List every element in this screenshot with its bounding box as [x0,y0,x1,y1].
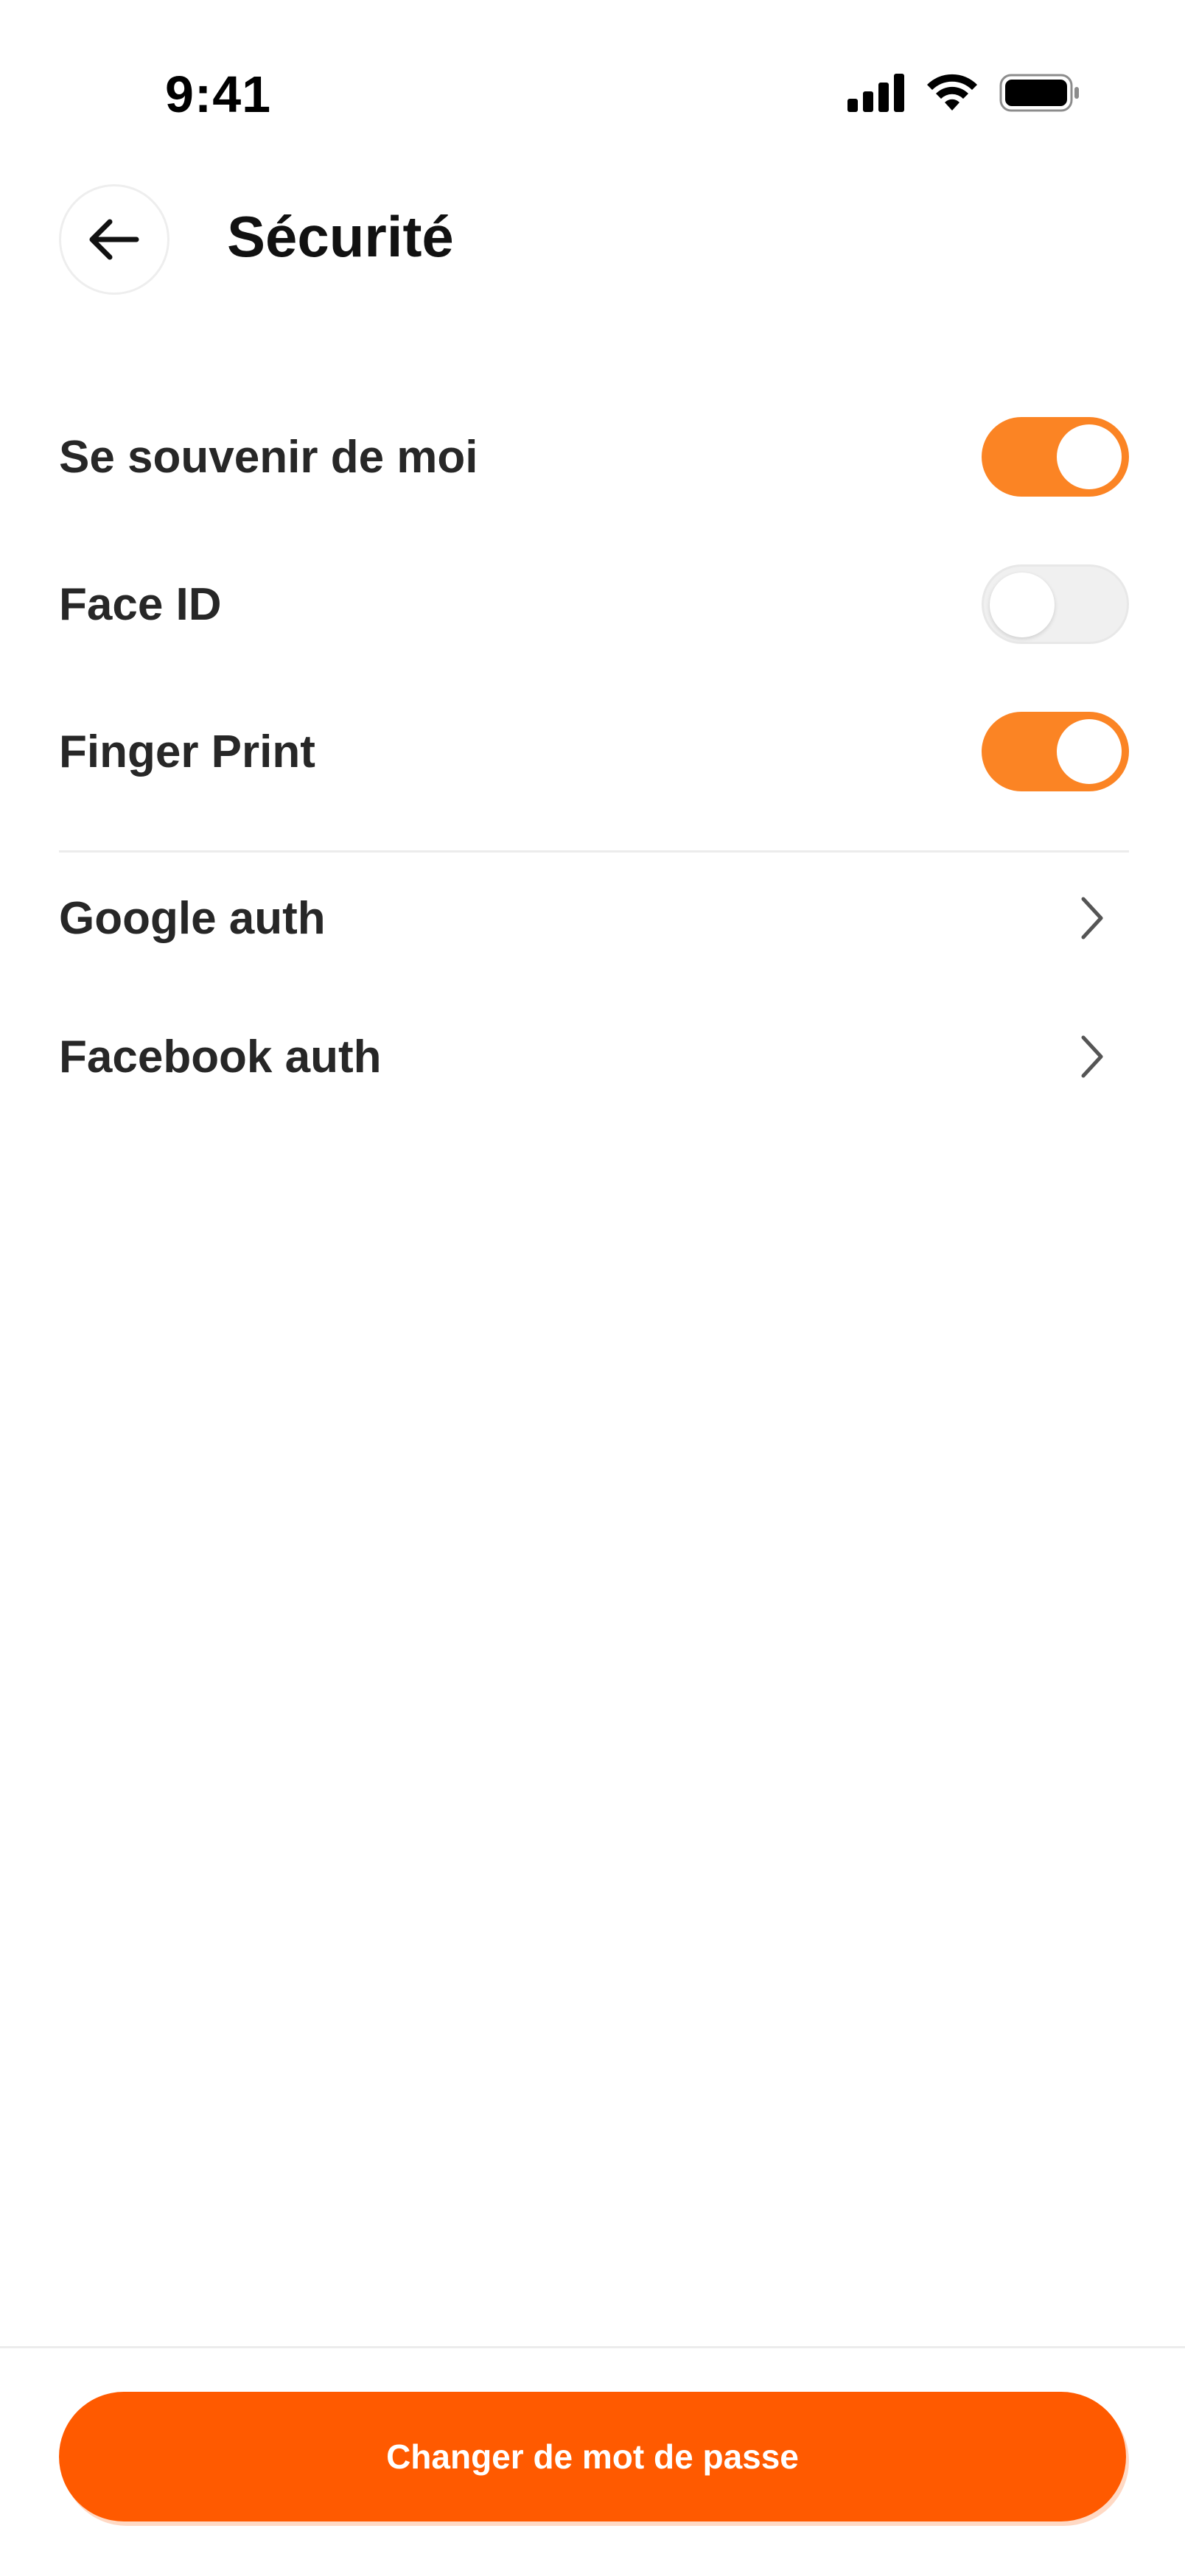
wifi-icon [927,74,977,111]
header: Sécurité [59,184,1126,299]
setting-label: Se souvenir de moi [59,431,478,483]
back-button[interactable] [59,184,169,295]
setting-label: Finger Print [59,726,315,777]
change-password-button[interactable]: Changer de mot de passe [59,2392,1126,2521]
status-icons [847,74,1080,112]
section-divider [59,850,1129,853]
chevron-right-icon [1070,1027,1114,1086]
cellular-signal-icon [847,74,904,112]
remember-me-toggle[interactable] [982,417,1129,497]
setting-label: Face ID [59,578,222,630]
toggle-knob [1057,424,1122,489]
setting-row-finger-print: Finger Print [59,707,1129,796]
change-password-label: Changer de mot de passe [386,2437,799,2476]
toggle-knob [1057,719,1122,784]
link-row-google-auth[interactable]: Google auth [59,874,1129,962]
arrow-left-icon [89,219,139,260]
chevron-right-icon [1070,889,1114,948]
setting-row-remember-me: Se souvenir de moi [59,413,1129,501]
toggle-knob [990,573,1055,637]
battery-icon [999,74,1079,112]
bottom-divider [0,2346,1185,2348]
face-id-toggle[interactable] [982,564,1129,644]
status-bar: 9:41 [0,0,1185,177]
status-time: 9:41 [165,66,272,123]
finger-print-toggle[interactable] [982,712,1129,791]
link-label: Google auth [59,892,326,944]
page-title: Sécurité [227,204,454,269]
link-label: Facebook auth [59,1031,382,1082]
setting-row-face-id: Face ID [59,560,1129,648]
link-row-facebook-auth[interactable]: Facebook auth [59,1012,1129,1101]
